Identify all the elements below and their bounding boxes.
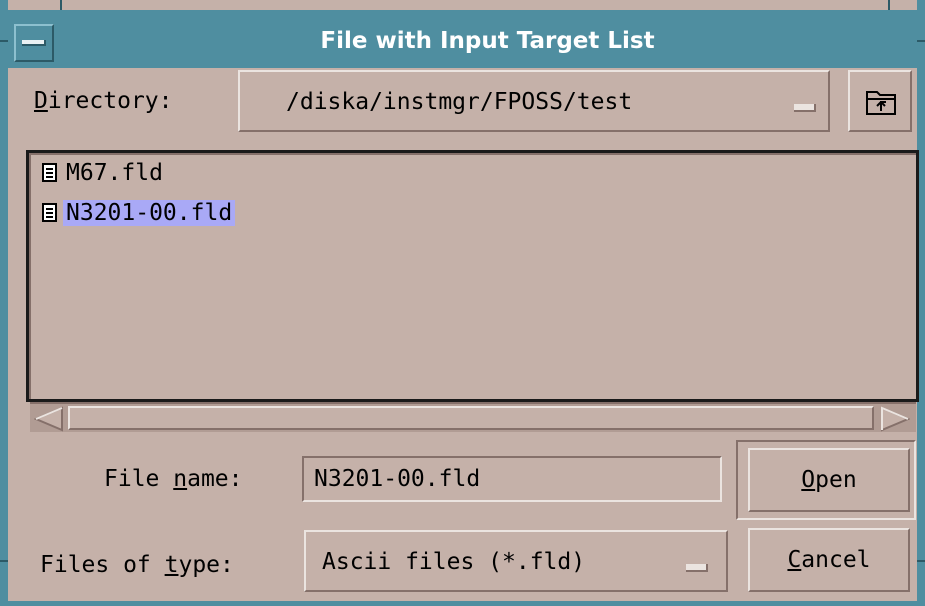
file-name-text: N3201-00.fld — [63, 200, 236, 226]
document-icon — [42, 163, 57, 182]
scroll-right-arrow-icon[interactable] — [880, 406, 910, 432]
cancel-button[interactable]: Cancel — [748, 528, 910, 592]
directory-dropdown[interactable]: /diska/instmgr/FPOSS/test — [238, 70, 830, 132]
folder-up-button[interactable] — [848, 70, 912, 132]
file-name-input[interactable] — [302, 456, 722, 502]
file-name-label: File name: — [104, 466, 243, 492]
dropdown-handle-icon — [794, 104, 816, 112]
window-title: File with Input Target List — [320, 28, 655, 54]
directory-label: Directory: — [34, 88, 173, 114]
frame-notch — [0, 560, 8, 562]
file-list[interactable]: M67.fld N3201-00.fld — [26, 150, 919, 402]
dropdown-handle-icon — [686, 564, 708, 572]
file-type-dropdown[interactable]: Ascii files (*.fld) — [304, 530, 728, 592]
scrollbar-thumb[interactable] — [68, 406, 874, 430]
file-type-value: Ascii files (*.fld) — [322, 549, 586, 575]
window-menu-icon — [22, 40, 46, 46]
frame-notch — [917, 40, 925, 42]
scroll-left-arrow-icon[interactable] — [34, 406, 64, 432]
directory-value: /diska/instmgr/FPOSS/test — [286, 89, 633, 115]
file-name-text: M67.fld — [66, 160, 163, 186]
file-list-item-selected[interactable]: N3201-00.fld — [41, 197, 236, 229]
file-list-item[interactable]: M67.fld — [41, 157, 166, 189]
folder-up-icon — [866, 91, 896, 115]
document-icon — [42, 203, 57, 222]
title-bar[interactable]: File with Input Target List — [8, 10, 917, 68]
file-type-label: Files of type: — [40, 552, 234, 578]
open-button[interactable]: Open — [748, 448, 910, 512]
horizontal-scrollbar[interactable] — [30, 402, 916, 432]
frame-notch — [888, 0, 890, 10]
frame-notch — [917, 560, 925, 562]
window-menu-button[interactable] — [14, 24, 54, 62]
frame-notch — [0, 40, 8, 42]
frame-notch — [60, 0, 62, 10]
